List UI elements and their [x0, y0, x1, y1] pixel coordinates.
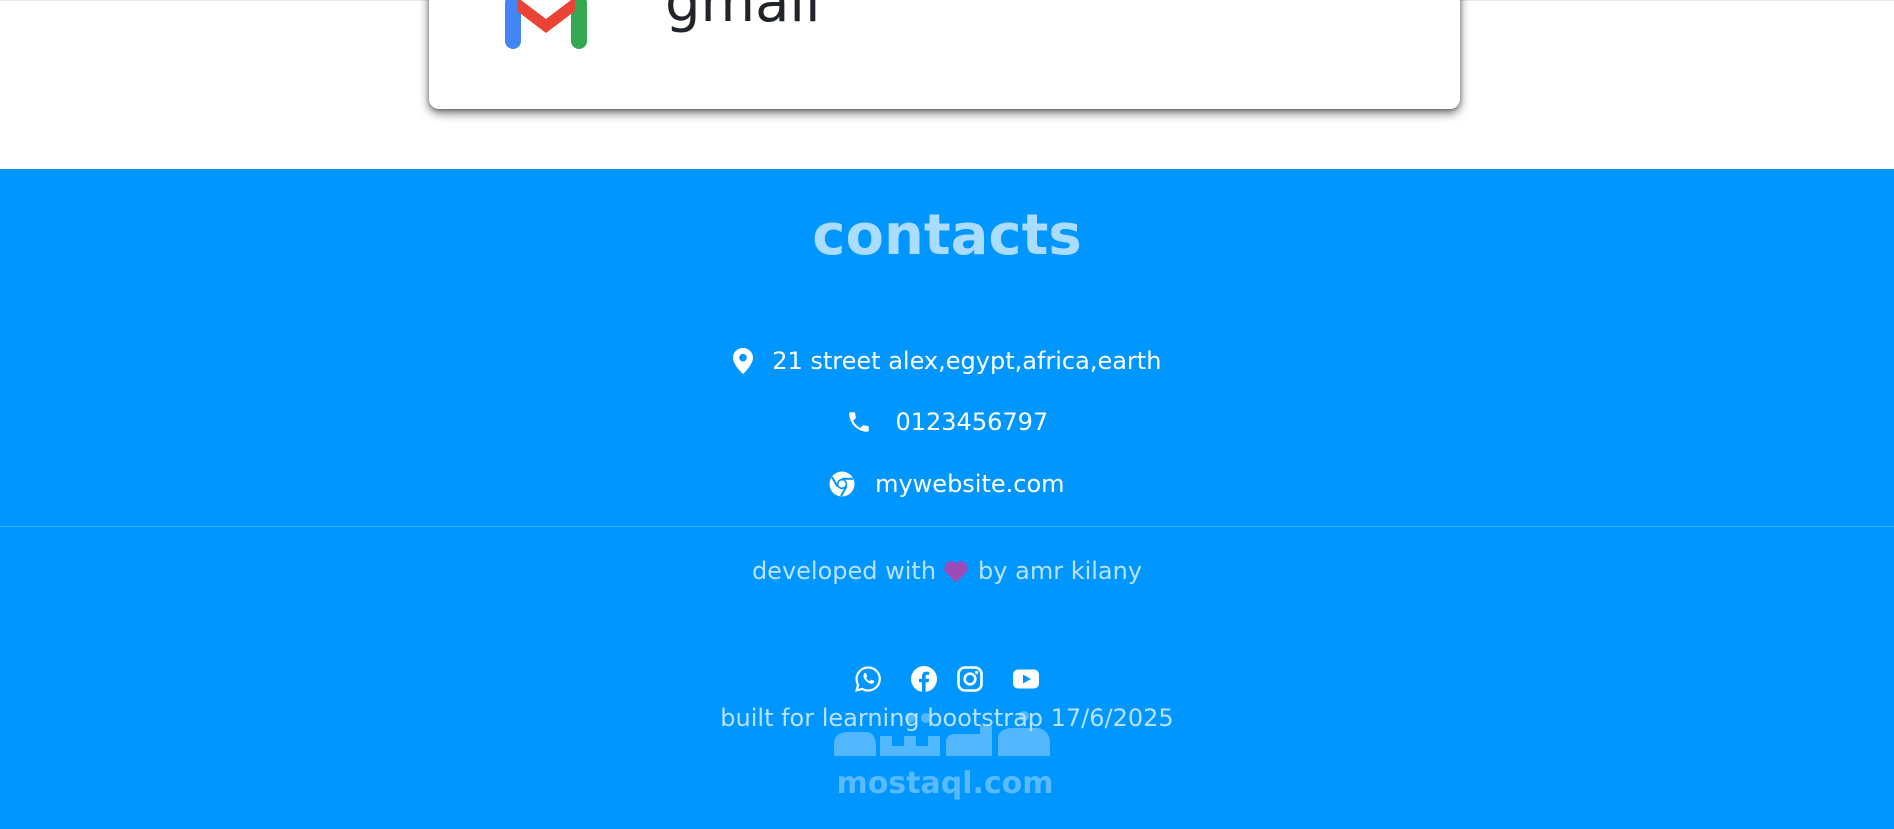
location-pin-icon	[732, 348, 753, 374]
address-text: 21 street alex,egypt,africa,earth	[772, 347, 1162, 375]
built-note: built for learning bootstrap 17/6/2025	[720, 704, 1174, 732]
whatsapp-icon[interactable]	[854, 665, 882, 697]
instagram-icon[interactable]	[956, 665, 984, 697]
address-row: 21 street alex,egypt,africa,earth	[0, 345, 1894, 376]
website-row[interactable]: mywebsite.com	[0, 468, 1894, 499]
website-link[interactable]: mywebsite.com	[875, 470, 1064, 498]
social-links	[0, 665, 1894, 695]
footer-divider	[0, 526, 1894, 527]
chrome-icon	[829, 471, 855, 497]
contacts-title: contacts	[812, 203, 1082, 268]
contacts-footer: contacts 21 street alex,egypt,africa,ear…	[0, 169, 1894, 829]
developed-suffix: by amr kilany	[978, 557, 1143, 585]
heart-icon	[944, 561, 968, 583]
mostaql-watermark-latin: mostaql.com	[836, 766, 1054, 801]
facebook-icon[interactable]	[910, 665, 938, 697]
top-section: gmail	[0, 0, 1894, 169]
phone-row: 0123456797	[0, 406, 1894, 437]
phone-text: 0123456797	[895, 408, 1049, 436]
developer-credit: developed with by amr kilany	[0, 556, 1894, 586]
gmail-card[interactable]: gmail	[429, 0, 1460, 109]
gmail-logo-icon	[505, 0, 587, 49]
phone-icon	[849, 412, 869, 432]
card-title: gmail	[665, 0, 821, 35]
youtube-icon[interactable]	[1012, 668, 1040, 694]
developed-prefix: developed with	[751, 557, 937, 585]
